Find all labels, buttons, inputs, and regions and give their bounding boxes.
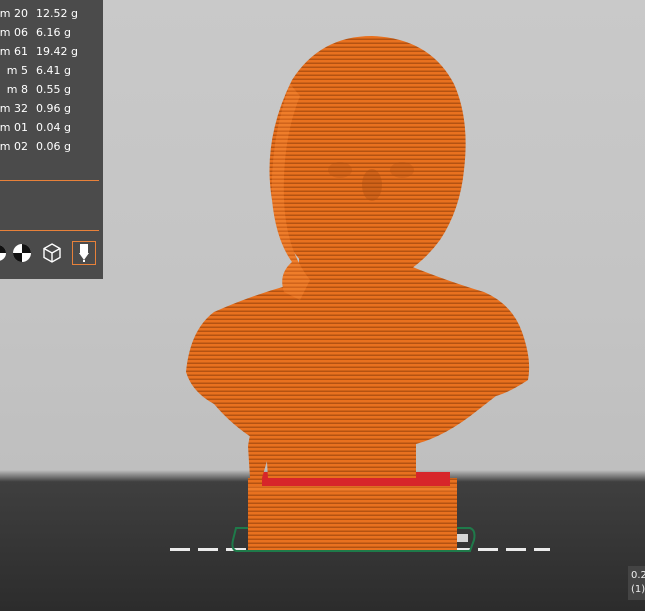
filament-length: 8 m: [6, 83, 28, 96]
filament-length: 01 m: [0, 121, 28, 134]
filament-weight: 12.52 g: [36, 7, 78, 20]
filament-length: 5 m: [6, 64, 28, 77]
nozzle-icon[interactable]: [72, 241, 96, 265]
coord-line-1: 0.2: [631, 570, 645, 581]
view-cube-icon[interactable]: [0, 241, 10, 265]
isometric-cube-icon[interactable]: [40, 241, 64, 265]
filament-weight: 0.04 g: [36, 121, 71, 134]
filament-weight: 0.55 g: [36, 83, 71, 96]
color-wheel-icon[interactable]: [10, 241, 34, 265]
coordinate-readout: 0.2 (1): [628, 566, 645, 600]
filament-stats-list: 20 m 12.52 g 06 m 6.16 g 61 m 19.42 g 5 …: [0, 0, 103, 156]
stats-row: 02 m 0.06 g: [0, 137, 103, 156]
filament-weight: 6.16 g: [36, 26, 71, 39]
filament-usage-panel: 20 m 12.52 g 06 m 6.16 g 61 m 19.42 g 5 …: [0, 0, 103, 279]
bust-head: [269, 36, 466, 286]
stats-row: 32 m 0.96 g: [0, 99, 103, 118]
stats-row: 01 m 0.04 g: [0, 118, 103, 137]
stats-row: 5 m 6.41 g: [0, 61, 103, 80]
stats-row: 61 m 19.42 g: [0, 42, 103, 61]
filament-length: 02 m: [0, 140, 28, 153]
filament-length: 20 m: [0, 7, 28, 20]
panel-divider: [0, 230, 99, 231]
stats-row: 06 m 6.16 g: [0, 23, 103, 42]
filament-length: 32 m: [0, 102, 28, 115]
filament-length: 06 m: [0, 26, 28, 39]
filament-weight: 6.41 g: [36, 64, 71, 77]
filament-weight: 0.06 g: [36, 140, 71, 153]
filament-length: 61 m: [0, 45, 28, 58]
filament-weight: 0.96 g: [36, 102, 71, 115]
panel-divider: [0, 180, 99, 181]
coord-line-2: (1): [631, 584, 645, 595]
stats-row: 8 m 0.55 g: [0, 80, 103, 99]
view-mode-toolbar: [0, 241, 100, 267]
stats-row: 20 m 12.52 g: [0, 4, 103, 23]
filament-weight: 19.42 g: [36, 45, 78, 58]
